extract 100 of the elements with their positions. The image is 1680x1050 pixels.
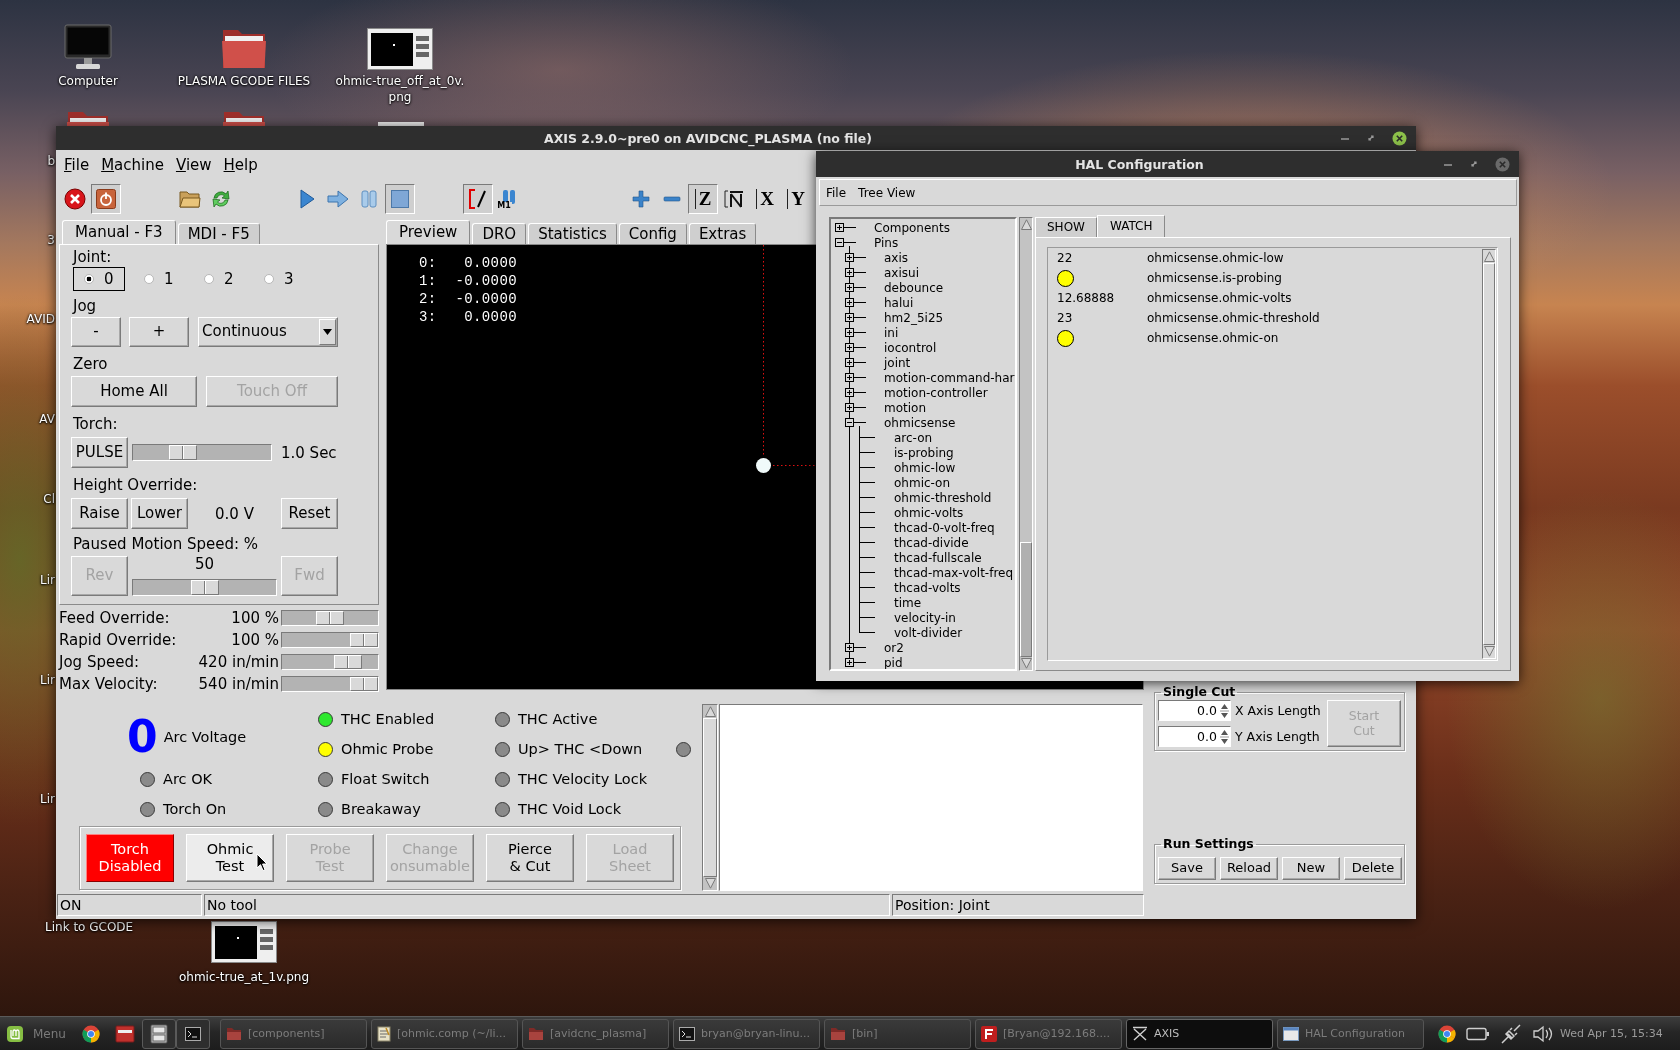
joint-option[interactable]: 3	[253, 267, 305, 291]
tree-item[interactable]: ohmic-volts	[894, 505, 964, 520]
joint-option[interactable]: 2	[193, 267, 245, 291]
expand-icon[interactable]	[845, 253, 854, 262]
expand-icon[interactable]	[845, 358, 854, 367]
tree-item[interactable]: time	[894, 595, 922, 610]
view-button[interactable]: X	[750, 184, 780, 214]
image-thumbnail-icon[interactable]	[367, 26, 433, 70]
slider-thumb[interactable]	[350, 633, 378, 647]
length-spinbox[interactable]: 0.0	[1158, 726, 1231, 747]
settings-button[interactable]: Save	[1158, 857, 1216, 880]
expand-icon[interactable]	[845, 643, 854, 652]
power-button[interactable]	[91, 184, 121, 214]
action-button[interactable]: Pierce & Cut	[486, 834, 574, 882]
slider-thumb[interactable]	[350, 677, 378, 691]
settings-button[interactable]: Delete	[1344, 857, 1402, 880]
view-button[interactable]: Y	[781, 184, 811, 214]
reset-button[interactable]: Reset	[281, 498, 338, 529]
expand-icon[interactable]	[845, 403, 854, 412]
tab[interactable]: MDI - F5	[177, 223, 260, 244]
pulse-button[interactable]: PULSE	[71, 437, 128, 468]
stop-button[interactable]	[385, 184, 415, 214]
image-thumbnail-icon[interactable]	[378, 122, 424, 126]
launcher-button[interactable]	[175, 1018, 210, 1049]
settings-button[interactable]: New	[1282, 857, 1340, 880]
expand-icon[interactable]	[845, 658, 854, 667]
tree-item[interactable]: axisui	[884, 265, 919, 280]
expand-icon[interactable]	[845, 388, 854, 397]
tree-item[interactable]: debounce	[884, 280, 944, 295]
action-button[interactable]: Ohmic Test	[186, 834, 274, 882]
expand-icon[interactable]	[845, 373, 854, 382]
radio-icon[interactable]	[204, 274, 214, 284]
maximize-icon[interactable]	[1366, 133, 1376, 143]
tree-item[interactable]: or2	[884, 640, 904, 655]
expand-icon[interactable]	[845, 268, 854, 277]
expand-icon[interactable]	[845, 343, 854, 352]
tree-item[interactable]: motion-command-har	[884, 370, 1015, 385]
tree-item[interactable]: thcad-divide	[894, 535, 969, 550]
tab[interactable]: Extras	[688, 223, 757, 244]
tree-item[interactable]: pid	[884, 655, 903, 669]
action-button[interactable]: Torch Disabled	[86, 834, 174, 882]
optional-stop-button[interactable]: M1	[494, 184, 524, 214]
tree-item[interactable]: thcad-max-volt-freq	[894, 565, 1014, 580]
jog-button[interactable]: +	[129, 317, 189, 347]
jog-button[interactable]: -	[71, 317, 121, 347]
joint-option[interactable]: 1	[133, 267, 185, 291]
view-button[interactable]: Z	[688, 184, 718, 214]
launcher-button[interactable]	[141, 1018, 176, 1049]
scrollbar[interactable]	[1482, 249, 1496, 659]
height-button[interactable]: Lower	[131, 498, 188, 529]
slider-track[interactable]	[281, 654, 379, 670]
scrollbar[interactable]	[702, 704, 718, 891]
folder-icon[interactable]	[66, 109, 110, 126]
slider-track[interactable]	[281, 676, 379, 692]
tree-item[interactable]: iocontrol	[884, 340, 937, 355]
monitor-icon[interactable]	[64, 24, 112, 70]
radio-icon[interactable]	[144, 274, 154, 284]
tree-item[interactable]: axis	[884, 250, 909, 265]
tree-item[interactable]: thcad-volts	[894, 580, 961, 595]
menu-item[interactable]: Machine	[95, 156, 170, 174]
length-spinbox[interactable]: 0.0	[1158, 700, 1231, 721]
scrollbar-thumb[interactable]	[1020, 541, 1032, 657]
tab[interactable]: Config	[618, 223, 687, 244]
expand-icon[interactable]	[845, 283, 854, 292]
expand-icon[interactable]	[835, 223, 844, 232]
zero-button[interactable]: Home All	[71, 376, 197, 407]
slider-track[interactable]	[281, 610, 379, 626]
tab[interactable]: SHOW	[1035, 217, 1097, 237]
menu-item[interactable]: File	[826, 185, 847, 200]
tree-item[interactable]: velocity-in	[894, 610, 956, 625]
skip-button[interactable]	[463, 184, 493, 214]
tree-item[interactable]: hm2_5i25	[884, 310, 944, 325]
menu-item[interactable]: File	[58, 156, 96, 174]
expand-icon[interactable]	[845, 298, 854, 307]
tree-item[interactable]: ohmicsense	[884, 415, 956, 430]
tree-item[interactable]: halui	[884, 295, 914, 310]
image-thumbnail-icon[interactable]	[211, 919, 277, 963]
tree-item[interactable]: Components	[874, 220, 950, 235]
slider-track[interactable]	[132, 579, 277, 596]
radio-icon[interactable]	[84, 274, 94, 284]
tab[interactable]: DRO	[472, 223, 527, 244]
maximize-icon[interactable]	[1469, 159, 1479, 169]
scrollbar[interactable]	[1019, 217, 1033, 671]
close-icon[interactable]	[1392, 130, 1407, 146]
menu-button[interactable]: Menu	[0, 1016, 74, 1050]
menu-item[interactable]: Help	[217, 156, 264, 174]
tree-item[interactable]: ohmic-low	[894, 460, 956, 475]
tree-item[interactable]: ohmic-threshold	[894, 490, 992, 505]
clock[interactable]: Wed Apr 15, 15:34	[1559, 1027, 1663, 1040]
height-button[interactable]: Raise	[71, 498, 128, 529]
expand-icon[interactable]	[845, 328, 854, 337]
tree-item[interactable]: ohmic-on	[894, 475, 951, 490]
slider-thumb[interactable]	[333, 655, 362, 669]
slider-track[interactable]	[281, 632, 379, 648]
radio-icon[interactable]	[264, 274, 274, 284]
folder-icon[interactable]	[222, 109, 266, 126]
scroll-up-button[interactable]	[1020, 219, 1032, 230]
tree-item[interactable]: ini	[884, 325, 899, 340]
tree-item[interactable]: motion	[884, 400, 927, 415]
tab[interactable]: Preview	[386, 220, 471, 244]
